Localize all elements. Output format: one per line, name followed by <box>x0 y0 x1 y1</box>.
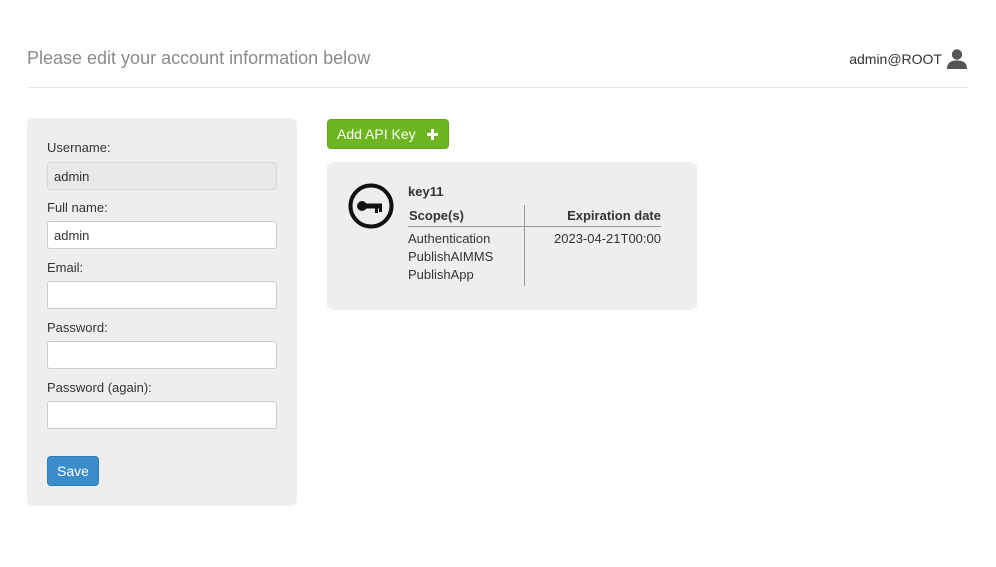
fullname-field[interactable] <box>47 221 277 249</box>
scope-list: Authentication PublishAIMMS PublishApp <box>408 230 493 284</box>
password-again-label: Password (again): <box>47 380 152 395</box>
user-menu[interactable]: admin@ROOT <box>849 47 968 71</box>
scope-item: PublishAIMMS <box>408 249 494 264</box>
page-header: Please edit your account information bel… <box>27 0 968 88</box>
scope-item: PublishApp <box>408 267 474 282</box>
save-button[interactable]: Save <box>47 456 99 486</box>
password-again-field[interactable] <box>47 401 277 429</box>
plus-icon <box>426 126 438 143</box>
user-name[interactable]: admin@ROOT <box>849 51 942 67</box>
password-field[interactable] <box>47 341 277 369</box>
table-header-divider <box>408 226 661 227</box>
expiration-column-header: Expiration date <box>567 208 661 223</box>
password-label: Password: <box>47 320 108 335</box>
username-field[interactable] <box>47 162 277 190</box>
add-api-key-button[interactable]: Add API Key <box>327 119 449 149</box>
fullname-label: Full name: <box>47 200 108 215</box>
email-label: Email: <box>47 260 84 275</box>
scope-item: Authentication <box>408 231 491 246</box>
user-icon[interactable] <box>946 48 968 70</box>
add-api-key-label: Add API Key <box>337 126 416 142</box>
table-column-divider <box>524 205 525 286</box>
expiration-date: 2023-04-21T00:00 <box>554 231 661 246</box>
api-key-card: key11 Scope(s) Expiration date Authentic… <box>327 162 697 310</box>
account-form: Username: Full name: Email: Password: Pa… <box>27 118 297 506</box>
username-label: Username: <box>47 140 111 155</box>
page-title: Please edit your account information bel… <box>27 48 371 68</box>
email-field[interactable] <box>47 281 277 309</box>
api-key-name: key11 <box>408 184 444 199</box>
scope-column-header: Scope(s) <box>409 208 464 223</box>
key-icon <box>348 183 394 229</box>
